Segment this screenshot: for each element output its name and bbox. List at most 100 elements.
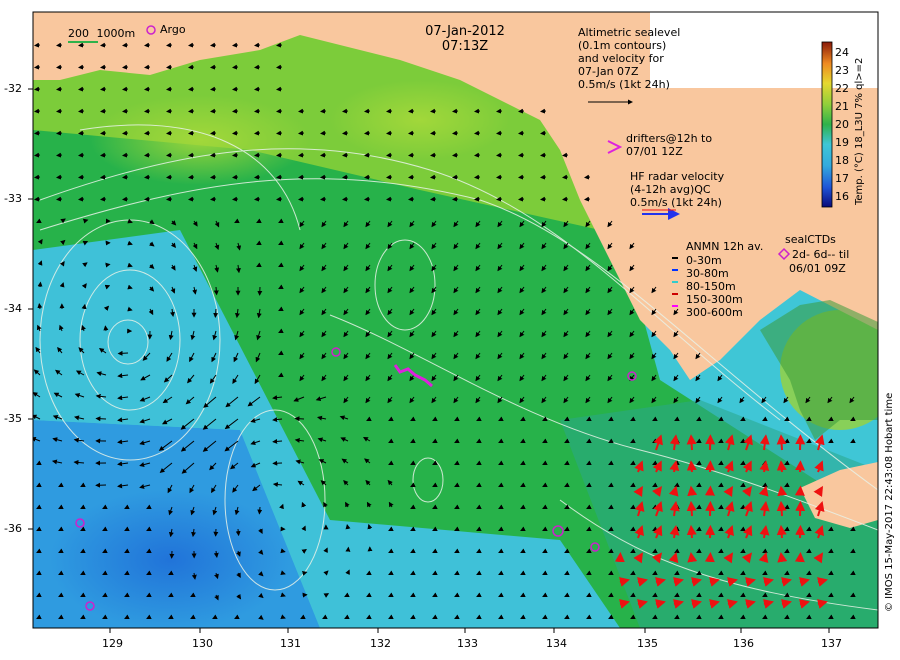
velocity-arrow	[320, 152, 327, 158]
velocity-arrow	[122, 42, 129, 48]
velocity-arrow	[56, 152, 63, 158]
velocity-arrow	[232, 152, 239, 158]
anmn-item: 0-30m	[686, 254, 722, 267]
velocity-arrow	[320, 174, 327, 180]
velocity-arrow	[144, 152, 151, 158]
velocity-arrow	[122, 86, 129, 92]
velocity-arrow	[34, 108, 41, 114]
hf-radar-arrow	[776, 500, 787, 517]
velocity-arrow	[213, 286, 219, 296]
velocity-arrow	[188, 42, 195, 48]
velocity-arrow	[122, 152, 129, 158]
velocity-arrow	[254, 42, 261, 48]
velocity-arrow	[408, 108, 415, 114]
velocity-arrow	[188, 152, 195, 158]
velocity-arrow	[430, 108, 437, 114]
hf-radar-line1: HF radar velocity	[630, 170, 725, 183]
title-time: 07:13Z	[441, 39, 489, 54]
velocity-arrow	[188, 196, 195, 202]
velocity-arrow	[56, 108, 63, 114]
velocity-arrow	[298, 174, 305, 180]
colorbar-tick: 23	[835, 64, 849, 77]
anmn-title: ANMN 12h av.	[686, 240, 764, 253]
velocity-arrow	[56, 64, 63, 70]
velocity-arrow	[100, 108, 107, 114]
velocity-arrow	[122, 196, 129, 202]
velocity-arrow	[254, 86, 261, 92]
velocity-arrow	[364, 174, 371, 180]
y-tick-label: -34	[4, 302, 22, 315]
velocity-arrow	[210, 152, 217, 158]
velocity-arrow	[474, 174, 481, 180]
velocity-arrow	[144, 174, 151, 180]
velocity-arrow	[100, 86, 107, 92]
velocity-arrow	[166, 42, 173, 48]
velocity-arrow	[144, 108, 151, 114]
velocity-arrow	[232, 130, 239, 136]
velocity-arrow	[540, 196, 547, 202]
x-tick-label: 129	[102, 637, 123, 650]
velocity-arrow	[235, 528, 241, 537]
velocity-arrow	[342, 152, 349, 158]
velocity-arrow	[364, 196, 371, 202]
velocity-arrow	[34, 130, 41, 136]
velocity-arrow	[496, 152, 503, 158]
altimetry-line4: 07-Jan 07Z	[578, 65, 639, 78]
velocity-arrow	[210, 42, 217, 48]
velocity-arrow	[188, 86, 195, 92]
velocity-arrow	[122, 130, 129, 136]
altimetry-line3: and velocity for	[578, 52, 664, 65]
velocity-arrow	[540, 130, 547, 136]
velocity-arrow	[166, 130, 173, 136]
x-tick-label: 131	[280, 637, 301, 650]
hf-radar-arrow	[687, 551, 698, 563]
velocity-arrow	[474, 152, 481, 158]
velocity-arrow	[584, 174, 591, 180]
velocity-arrow	[232, 86, 239, 92]
velocity-arrow	[474, 108, 481, 114]
velocity-arrow	[496, 196, 503, 202]
velocity-arrow	[280, 548, 286, 554]
velocity-arrow	[210, 108, 217, 114]
hf-radar-arrow	[686, 460, 697, 473]
velocity-arrow	[408, 174, 415, 180]
velocity-arrow	[166, 108, 173, 114]
velocity-arrow	[276, 42, 283, 48]
velocity-arrow	[364, 152, 371, 158]
colorbar-tick: 22	[835, 82, 849, 95]
velocity-arrow	[56, 174, 63, 180]
drifters-line2: 07/01 12Z	[626, 145, 683, 158]
velocity-arrow	[188, 108, 195, 114]
velocity-arrow	[100, 174, 107, 180]
map-layers	[33, 12, 878, 628]
velocity-arrow	[78, 64, 85, 70]
colorbar-label: Temp. (°C) 18_L3U 7% ql>=2	[854, 57, 865, 205]
velocity-arrow	[166, 64, 173, 70]
x-tick-label: 132	[370, 637, 391, 650]
velocity-arrow	[276, 152, 283, 158]
velocity-arrow	[122, 174, 129, 180]
x-tick-label: 135	[637, 637, 658, 650]
velocity-arrow	[122, 64, 129, 70]
velocity-arrow	[210, 64, 217, 70]
velocity-arrow	[364, 130, 371, 136]
velocity-arrow	[386, 174, 393, 180]
velocity-arrow	[254, 108, 261, 114]
sealctd-title: sealCTDs	[785, 233, 836, 246]
velocity-arrow	[518, 152, 525, 158]
velocity-arrow	[144, 64, 151, 70]
anmn-item: 150-300m	[686, 293, 743, 306]
velocity-arrow	[100, 42, 107, 48]
velocity-arrow	[144, 86, 151, 92]
velocity-arrow	[34, 86, 41, 92]
colorbar	[821, 41, 833, 208]
x-tick-label: 137	[821, 637, 842, 650]
hf-radar-arrow	[776, 460, 787, 473]
colorbar-tick: 16	[835, 190, 849, 203]
velocity-arrow	[518, 130, 525, 136]
velocity-arrow	[144, 42, 151, 48]
altimetry-line5: 0.5m/s (1kt 24h)	[578, 78, 670, 91]
hf-radar-note: HF radar velocity (4-12h avg)QC 0.5m/s (…	[630, 170, 724, 209]
sealctd-line2: 2d- 6d-- til	[792, 248, 850, 261]
velocity-arrow	[103, 325, 109, 332]
